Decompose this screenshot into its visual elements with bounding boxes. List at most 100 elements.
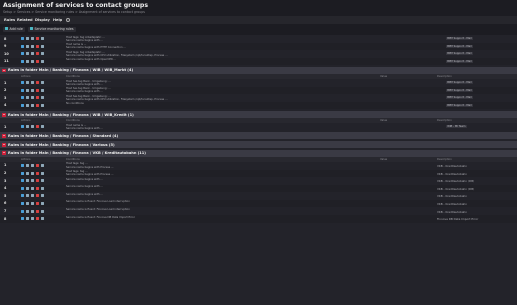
menu-related[interactable]: Related [17,18,33,22]
delete-icon[interactable] [36,59,39,63]
clone-icon[interactable] [26,202,29,206]
export-icon[interactable] [31,59,34,63]
delete-icon[interactable] [36,194,39,198]
export-icon[interactable] [31,125,34,129]
move-icon[interactable] [41,202,44,206]
move-icon[interactable] [41,171,44,175]
folder-header[interactable]: Rules in folder Main / Banking / Finnova… [0,66,517,75]
add-rule-button[interactable]: Add rule [3,26,25,32]
move-icon[interactable] [41,186,44,190]
delete-icon[interactable] [36,179,39,183]
clone-icon[interactable] [26,59,29,63]
move-icon[interactable] [41,164,44,168]
move-icon[interactable] [41,125,44,129]
clone-icon[interactable] [26,81,29,85]
export-icon[interactable] [31,44,34,48]
clone-icon[interactable] [26,37,29,41]
export-icon[interactable] [31,104,34,108]
clone-icon[interactable] [26,194,29,198]
delete-icon[interactable] [36,96,39,100]
delete-icon[interactable] [36,125,39,129]
export-icon[interactable] [31,88,34,92]
export-icon[interactable] [31,179,34,183]
clone-icon[interactable] [26,217,29,221]
move-icon[interactable] [41,88,44,92]
folder-header[interactable]: Rules in folder Main / Banking / Finnova… [0,141,517,149]
move-icon[interactable] [41,59,44,63]
edit-icon[interactable] [21,44,24,48]
edit-icon[interactable] [21,52,24,56]
folder-header[interactable]: Rules in folder Main / Banking / Finnova… [0,132,517,140]
edit-icon[interactable] [21,179,24,183]
clone-icon[interactable] [26,104,29,108]
move-icon[interactable] [41,44,44,48]
move-icon[interactable] [41,37,44,41]
delete-icon[interactable] [36,44,39,48]
move-icon[interactable] [41,81,44,85]
move-icon[interactable] [41,194,44,198]
edit-icon[interactable] [21,59,24,63]
collapse-toggle-icon[interactable] [2,142,6,147]
delete-icon[interactable] [36,81,39,85]
export-icon[interactable] [31,186,34,190]
delete-icon[interactable] [36,52,39,56]
clone-icon[interactable] [26,171,29,175]
move-icon[interactable] [41,179,44,183]
export-icon[interactable] [31,171,34,175]
clone-icon[interactable] [26,52,29,56]
export-icon[interactable] [31,217,34,221]
delete-icon[interactable] [36,186,39,190]
breadcrumb[interactable]: Setup > Services > Service monitoring ru… [3,10,145,14]
collapse-toggle-icon[interactable] [2,112,6,117]
collapse-toggle-icon[interactable] [2,134,6,138]
export-icon[interactable] [31,37,34,41]
clone-icon[interactable] [26,164,29,168]
delete-icon[interactable] [36,217,39,221]
edit-icon[interactable] [21,171,24,175]
menu-display[interactable]: Display [35,18,50,22]
edit-icon[interactable] [21,202,24,206]
delete-icon[interactable] [36,37,39,41]
edit-icon[interactable] [21,37,24,41]
delete-icon[interactable] [36,202,39,206]
export-icon[interactable] [31,164,34,168]
export-icon[interactable] [31,194,34,198]
menu-rules[interactable]: Rules [4,18,15,22]
export-icon[interactable] [31,202,34,206]
folder-header[interactable]: Rules in folder Main / Banking / Finnova… [0,149,517,157]
delete-icon[interactable] [36,171,39,175]
delete-icon[interactable] [36,104,39,108]
edit-icon[interactable] [21,217,24,221]
delete-icon[interactable] [36,88,39,92]
move-icon[interactable] [41,52,44,56]
edit-icon[interactable] [21,125,24,129]
folder-header[interactable]: Rules in folder Main / Banking / Finnova… [0,111,517,119]
move-icon[interactable] [41,209,44,213]
export-icon[interactable] [31,209,34,213]
clone-icon[interactable] [26,186,29,190]
move-icon[interactable] [41,96,44,100]
edit-icon[interactable] [21,104,24,108]
collapse-toggle-icon[interactable] [2,68,6,73]
clone-icon[interactable] [26,96,29,100]
clone-icon[interactable] [26,125,29,129]
move-icon[interactable] [41,217,44,221]
edit-icon[interactable] [21,96,24,100]
edit-icon[interactable] [21,88,24,92]
clone-icon[interactable] [26,44,29,48]
delete-icon[interactable] [36,209,39,213]
edit-icon[interactable] [21,186,24,190]
clone-icon[interactable] [26,179,29,183]
help-icon[interactable] [66,18,70,22]
collapse-toggle-icon[interactable] [2,151,6,156]
edit-icon[interactable] [21,164,24,168]
export-icon[interactable] [31,96,34,100]
clone-icon[interactable] [26,88,29,92]
move-icon[interactable] [41,104,44,108]
export-icon[interactable] [31,52,34,56]
edit-icon[interactable] [21,194,24,198]
delete-icon[interactable] [36,164,39,168]
edit-icon[interactable] [21,81,24,85]
service-monitoring-rules-button[interactable]: Service monitoring rules [28,26,76,32]
clone-icon[interactable] [26,209,29,213]
